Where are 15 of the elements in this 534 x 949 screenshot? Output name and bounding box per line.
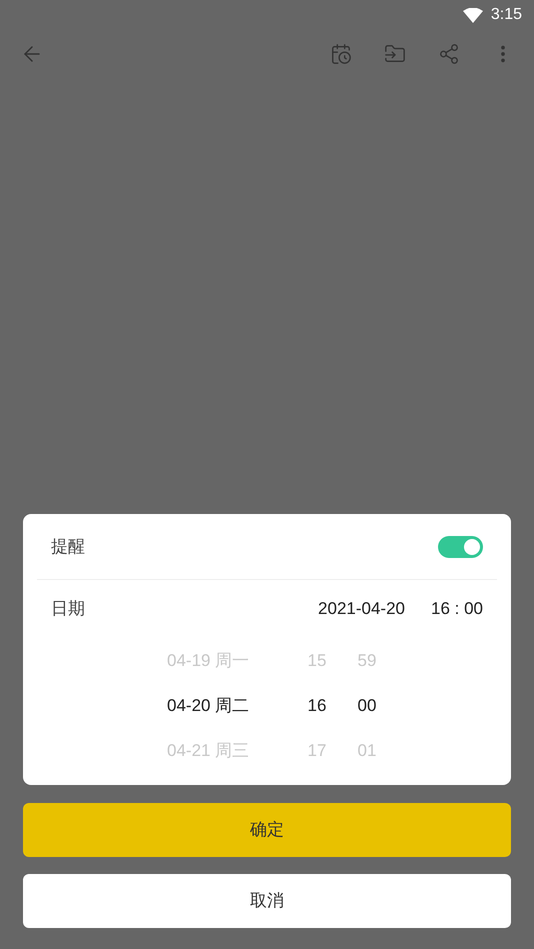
- status-time: 3:15: [490, 5, 522, 25]
- reminder-switch[interactable]: [438, 536, 483, 558]
- picker-date-item[interactable]: 04-20 周二: [167, 692, 287, 718]
- date-value: 2021-04-20: [318, 598, 405, 620]
- calendar-clock-icon[interactable]: [330, 43, 352, 65]
- cancel-button[interactable]: 取消: [23, 874, 511, 928]
- share-icon[interactable]: [438, 43, 460, 65]
- time-value: 16 : 00: [431, 598, 483, 620]
- picker-hour-item[interactable]: 16: [287, 692, 347, 718]
- wifi-icon: [462, 8, 483, 22]
- confirm-button[interactable]: 确定: [23, 803, 511, 857]
- reminder-label: 提醒: [51, 536, 85, 558]
- folder-arrow-icon[interactable]: [384, 43, 406, 65]
- date-label: 日期: [51, 598, 85, 620]
- picker-minute-item[interactable]: 00: [347, 692, 387, 718]
